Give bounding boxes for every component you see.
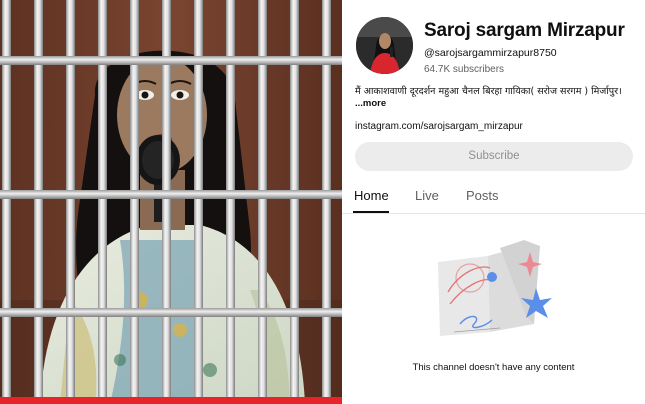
empty-state-text: This channel doesn't have any content [412, 362, 575, 373]
avatar-image [356, 17, 413, 74]
subscribe-button[interactable]: Subscribe [355, 142, 633, 171]
subscriber-count: 64.7K subscribers [424, 64, 505, 75]
thumbnail-image [0, 0, 342, 404]
more-link[interactable]: ...more [355, 98, 386, 109]
channel-description[interactable]: मैं आकाशवाणी दूरदर्शन महुआ चैनल बिरहा गा… [355, 86, 635, 110]
empty-channel-illustration-icon [438, 240, 552, 336]
tab-live[interactable]: Live [415, 188, 439, 203]
channel-avatar[interactable] [356, 17, 413, 74]
thumbnail-progress-stripe [0, 397, 342, 404]
tab-home[interactable]: Home [354, 188, 389, 203]
active-tab-indicator [353, 211, 389, 213]
tab-posts[interactable]: Posts [466, 188, 499, 203]
channel-handle: @sarojsargammirzapur8750 [424, 47, 557, 59]
channel-link[interactable]: instagram.com/sarojsargam_mirzapur [355, 121, 523, 132]
channel-tabs: Home Live Posts [342, 182, 645, 214]
channel-panel: Saroj sargam Mirzapur @sarojsargammirzap… [342, 0, 645, 404]
description-text: मैं आकाशवाणी दूरदर्शन महुआ चैनल बिरहा गा… [355, 86, 622, 97]
channel-name: Saroj sargam Mirzapur [424, 20, 625, 41]
video-thumbnail[interactable] [0, 0, 342, 404]
